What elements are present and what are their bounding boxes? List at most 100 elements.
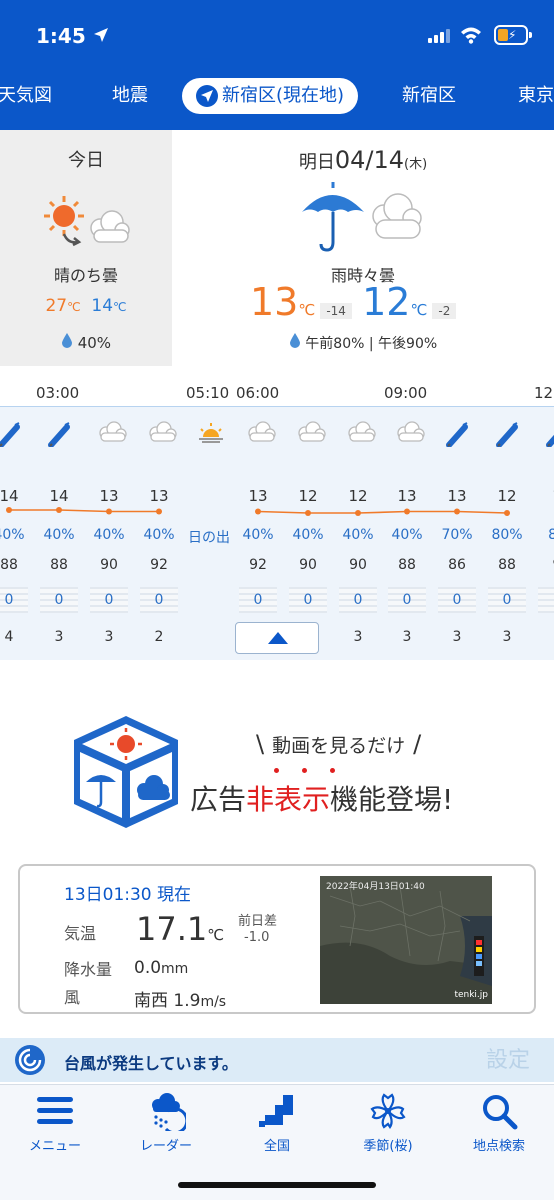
hourly-wind: 3	[54, 629, 64, 645]
hourly-pop: 40%	[143, 527, 175, 543]
hourly-humidity: 88	[398, 557, 416, 573]
collapse-hourly-button[interactable]	[235, 622, 319, 654]
time-label: 03:00	[36, 384, 80, 402]
tab-tokyo[interactable]: 東京	[518, 78, 554, 114]
radar-logo: tenki.jp	[454, 990, 488, 1000]
tomorrow-high: 13	[250, 280, 299, 324]
precip-label: 降水量	[64, 960, 113, 979]
today-temps: 27℃ 14℃	[45, 296, 127, 316]
tomorrow-pop: 午前80% | 午後90%	[172, 332, 554, 353]
tab-shinjuku[interactable]: 新宿区	[402, 78, 456, 114]
today-pop: 40%	[0, 332, 172, 352]
hourly-temp: 1	[532, 487, 554, 505]
time-label: 12	[534, 384, 554, 402]
hourly-column: 14 40% 88 4 0	[0, 407, 34, 661]
prev-day-value: -1.0	[244, 930, 270, 945]
umbrella-icon	[545, 421, 554, 448]
navigation-icon	[196, 85, 218, 107]
hourly-column: 13 40% 92 2 0	[134, 407, 184, 661]
hourly-wind: 3	[104, 629, 114, 645]
nav-location-search[interactable]: 地点検索	[444, 1091, 554, 1154]
hourly-rain: 0	[0, 587, 28, 613]
hourly-humidity: 86	[448, 557, 466, 573]
hourly-humidity: 90	[299, 557, 317, 573]
tab-earthquake[interactable]: 地震	[112, 78, 148, 114]
hourly-time-axis: 03:00 05:10 06:00 09:00 12	[0, 378, 554, 406]
raindrop-icon	[289, 333, 300, 348]
ad-banner[interactable]: \ 動画を見るだけ / 広告非表示機能登場!	[0, 700, 554, 840]
hourly-rain: 0	[90, 587, 128, 613]
tomorrow-forecast[interactable]: 明日04/14(木) 雨時々曇 13℃ -14 12℃ -2 午前80% | 午…	[172, 130, 554, 366]
nav-season-sakura[interactable]: 季節(桜)	[333, 1091, 443, 1154]
current-conditions-card[interactable]: 13日01:30 現在 気温 17.1℃ 前日差 -1.0 降水量 0.0mm …	[18, 864, 536, 1014]
current-title: 13日01:30 現在	[64, 885, 192, 905]
current-temp: 17.1℃	[136, 910, 225, 948]
ad-line1: \ 動画を見るだけ /	[256, 730, 422, 758]
hourly-pop: 40%	[0, 527, 25, 543]
hourly-pop: 40%	[342, 527, 374, 543]
hourly-wind: 4	[4, 629, 14, 645]
hourly-temp: 13	[447, 487, 467, 505]
radar-timestamp: 2022年04月13日01:40	[326, 882, 425, 892]
time-label: 09:00	[384, 384, 428, 402]
today-high: 27	[45, 296, 68, 316]
umbrella-icon	[0, 421, 23, 448]
cloud-icon	[346, 421, 376, 447]
hourly-temp: 13	[397, 487, 417, 505]
hourly-rain: 0	[339, 587, 377, 613]
hourly-pop: 70%	[441, 527, 473, 543]
hourly-rain: 0	[488, 587, 526, 613]
hourly-pop: 80	[548, 527, 554, 543]
hourly-temp: 13	[149, 487, 169, 505]
tomorrow-title: 明日04/14(木)	[298, 146, 428, 174]
emphasis-dots	[262, 768, 346, 773]
cloud-icon	[246, 421, 276, 447]
cloud-icon	[147, 421, 177, 447]
status-time: 1:45	[36, 24, 86, 48]
time-label: 05:10	[186, 384, 230, 402]
today-title: 今日	[68, 150, 104, 171]
hourly-humidity: 92	[249, 557, 267, 573]
wifi-icon	[461, 27, 481, 44]
hourly-column: 14 40% 88 3 0	[34, 407, 84, 661]
hourly-humidity: 88	[50, 557, 68, 573]
hourly-wind: 3	[353, 629, 363, 645]
settings-ghost-text[interactable]: 設定	[486, 1042, 530, 1074]
today-forecast[interactable]: 今日 晴のち曇 27℃ 14℃ 40%	[0, 130, 172, 366]
precip-value: 0.0mm	[134, 958, 189, 978]
nav-radar[interactable]: レーダー	[111, 1091, 221, 1154]
sunrise-label: 日の出	[188, 530, 230, 546]
cloud-icon	[395, 421, 425, 447]
typhoon-banner[interactable]: 台風が発生しています。 設定	[0, 1038, 554, 1082]
tenki-cube-logo-icon	[74, 716, 178, 828]
location-arrow-icon	[94, 28, 108, 42]
hourly-humidity: 88	[0, 557, 18, 573]
battery-cap	[529, 32, 532, 38]
tomorrow-low: 12	[362, 280, 411, 324]
rain-sometimes-cloudy-icon	[302, 182, 422, 252]
hourly-rain: 0	[388, 587, 426, 613]
hourly-column: 13 40% 90 3 0	[84, 407, 134, 661]
hourly-column: 12 80% 88 3 0	[482, 407, 532, 661]
today-low: 14	[91, 296, 114, 316]
hourly-humidity: 92	[150, 557, 168, 573]
hourly-rain: 0	[40, 587, 78, 613]
cloud-icon	[296, 421, 326, 447]
hourly-pop: 40%	[242, 527, 274, 543]
umbrella-icon	[495, 421, 521, 448]
nav-menu[interactable]: メニュー	[0, 1091, 110, 1154]
temp-label: 気温	[64, 924, 97, 943]
nav-nationwide[interactable]: 全国	[222, 1091, 332, 1154]
ad-line2: 広告非表示機能登場!	[190, 783, 454, 816]
tab-weather-map[interactable]: 天気図	[0, 78, 52, 114]
hourly-humidity: 90	[100, 557, 118, 573]
radar-thumbnail[interactable]: 2022年04月13日01:40 tenki.jp	[320, 876, 492, 1004]
hourly-column: 1809	[532, 407, 554, 661]
tab-shinjuku-current[interactable]: 新宿区(現在地)	[182, 78, 359, 114]
hourly-temp: 12	[348, 487, 368, 505]
tomorrow-temps: 13℃ -14 12℃ -2	[250, 280, 457, 324]
typhoon-icon	[15, 1045, 45, 1075]
hourly-column: 13 70% 86 3 0	[432, 407, 482, 661]
hourly-pop: 40%	[93, 527, 125, 543]
cloud-icon	[97, 421, 127, 447]
